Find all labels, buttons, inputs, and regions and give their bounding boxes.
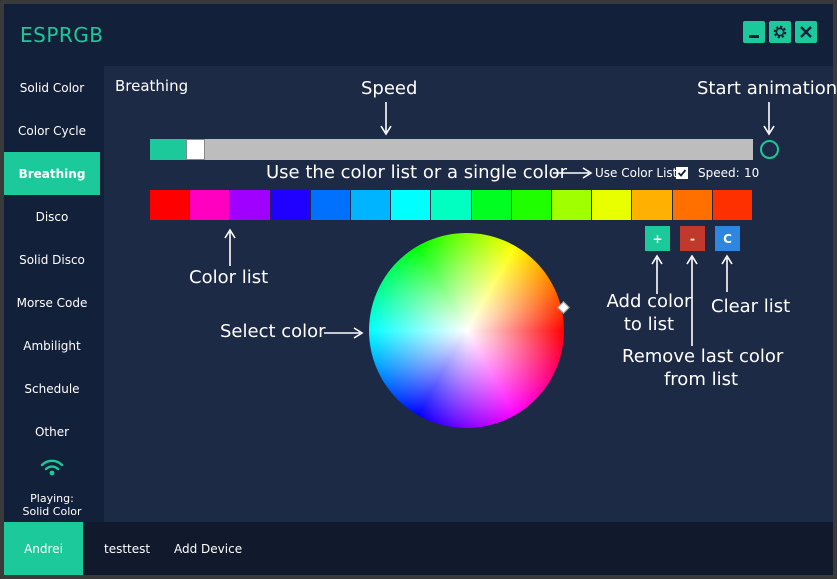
check-icon (677, 169, 687, 177)
sidebar-item-color-cycle[interactable]: Color Cycle (4, 109, 100, 152)
color-wheel[interactable] (369, 233, 564, 428)
arrow-up-icon (651, 254, 663, 294)
annotation-color-list: Color list (189, 267, 269, 288)
sidebar-item-ambilight[interactable]: Ambilight (4, 324, 100, 367)
clear-list-button[interactable]: C (715, 226, 740, 251)
main-panel: Breathing Speed Start animation Use the … (104, 66, 837, 522)
annotation-use-list: Use the color list or a single color (266, 162, 568, 183)
sidebar-item-solid-color[interactable]: Solid Color (4, 66, 100, 109)
color-swatch[interactable] (511, 190, 552, 220)
wifi-icon (40, 459, 64, 476)
color-swatch[interactable] (632, 190, 673, 220)
speed-slider-thumb[interactable] (186, 139, 206, 160)
annotation-add-color: Add color (606, 291, 692, 312)
speed-label: Speed: (698, 166, 740, 180)
start-animation-button[interactable] (760, 140, 779, 159)
sidebar-item-solid-disco[interactable]: Solid Disco (4, 238, 100, 281)
arrow-right-icon (324, 327, 364, 339)
speed-slider[interactable] (150, 139, 753, 160)
title-bar: ESPRGB (4, 4, 833, 66)
color-swatch[interactable] (552, 190, 593, 220)
color-swatch[interactable] (592, 190, 633, 220)
color-swatch[interactable] (471, 190, 512, 220)
arrow-up-icon (224, 228, 236, 266)
annotation-add-color-2: to list (623, 314, 675, 335)
arrow-down-icon (380, 102, 392, 136)
settings-button[interactable] (769, 21, 791, 43)
remove-color-button[interactable]: - (680, 226, 705, 251)
color-swatch[interactable] (230, 190, 271, 220)
sidebar: Solid Color Color Cycle Breathing Disco … (4, 66, 104, 522)
annotation-start-animation: Start animation (697, 78, 837, 99)
add-color-button[interactable]: + (645, 226, 670, 251)
gear-icon (773, 25, 787, 39)
close-button[interactable] (795, 21, 817, 43)
use-color-list-label: Use Color List (595, 166, 678, 180)
minimize-icon (749, 35, 759, 38)
use-color-list-checkbox[interactable] (676, 167, 688, 179)
color-swatch[interactable] (351, 190, 392, 220)
device-bar: Andrei testtest Add Device (4, 522, 833, 575)
playing-status-label: Playing: (30, 492, 74, 505)
sidebar-item-schedule[interactable]: Schedule (4, 367, 100, 410)
color-swatch[interactable] (190, 190, 231, 220)
color-swatch[interactable] (270, 190, 311, 220)
arrow-right-icon (553, 167, 593, 179)
speed-value: 10 (744, 166, 760, 180)
speed-slider-fill (150, 139, 187, 160)
arrow-up-icon (721, 254, 733, 292)
annotation-remove-last-2: from list (663, 369, 739, 390)
annotation-remove-last: Remove last color (622, 346, 784, 367)
annotation-select-color: Select color (220, 321, 326, 342)
sidebar-item-disco[interactable]: Disco (4, 195, 100, 238)
color-swatch[interactable] (391, 190, 432, 220)
add-device-button[interactable]: Add Device (174, 522, 242, 575)
color-swatch[interactable] (431, 190, 472, 220)
sidebar-item-morse-code[interactable]: Morse Code (4, 281, 100, 324)
playing-status-value: Solid Color (22, 505, 82, 518)
color-swatch[interactable] (310, 190, 351, 220)
color-swatch[interactable] (712, 190, 753, 220)
color-swatch[interactable] (672, 190, 713, 220)
app-title: ESPRGB (20, 23, 104, 47)
color-list (150, 190, 753, 220)
page-title: Breathing (115, 77, 189, 95)
close-icon (800, 26, 812, 38)
app-window: ESPRGB Solid Color Color Cycle Breathing… (0, 0, 837, 579)
arrow-down-icon (763, 102, 775, 136)
color-swatch[interactable] (150, 190, 191, 220)
device-tab-andrei[interactable]: Andrei (4, 522, 83, 575)
annotation-speed: Speed (361, 78, 418, 99)
annotation-clear-list: Clear list (711, 296, 791, 317)
sidebar-item-other[interactable]: Other (4, 410, 100, 453)
minimize-button[interactable] (743, 21, 765, 43)
device-tab-testtest[interactable]: testtest (104, 522, 150, 575)
sidebar-item-breathing[interactable]: Breathing (4, 152, 100, 195)
